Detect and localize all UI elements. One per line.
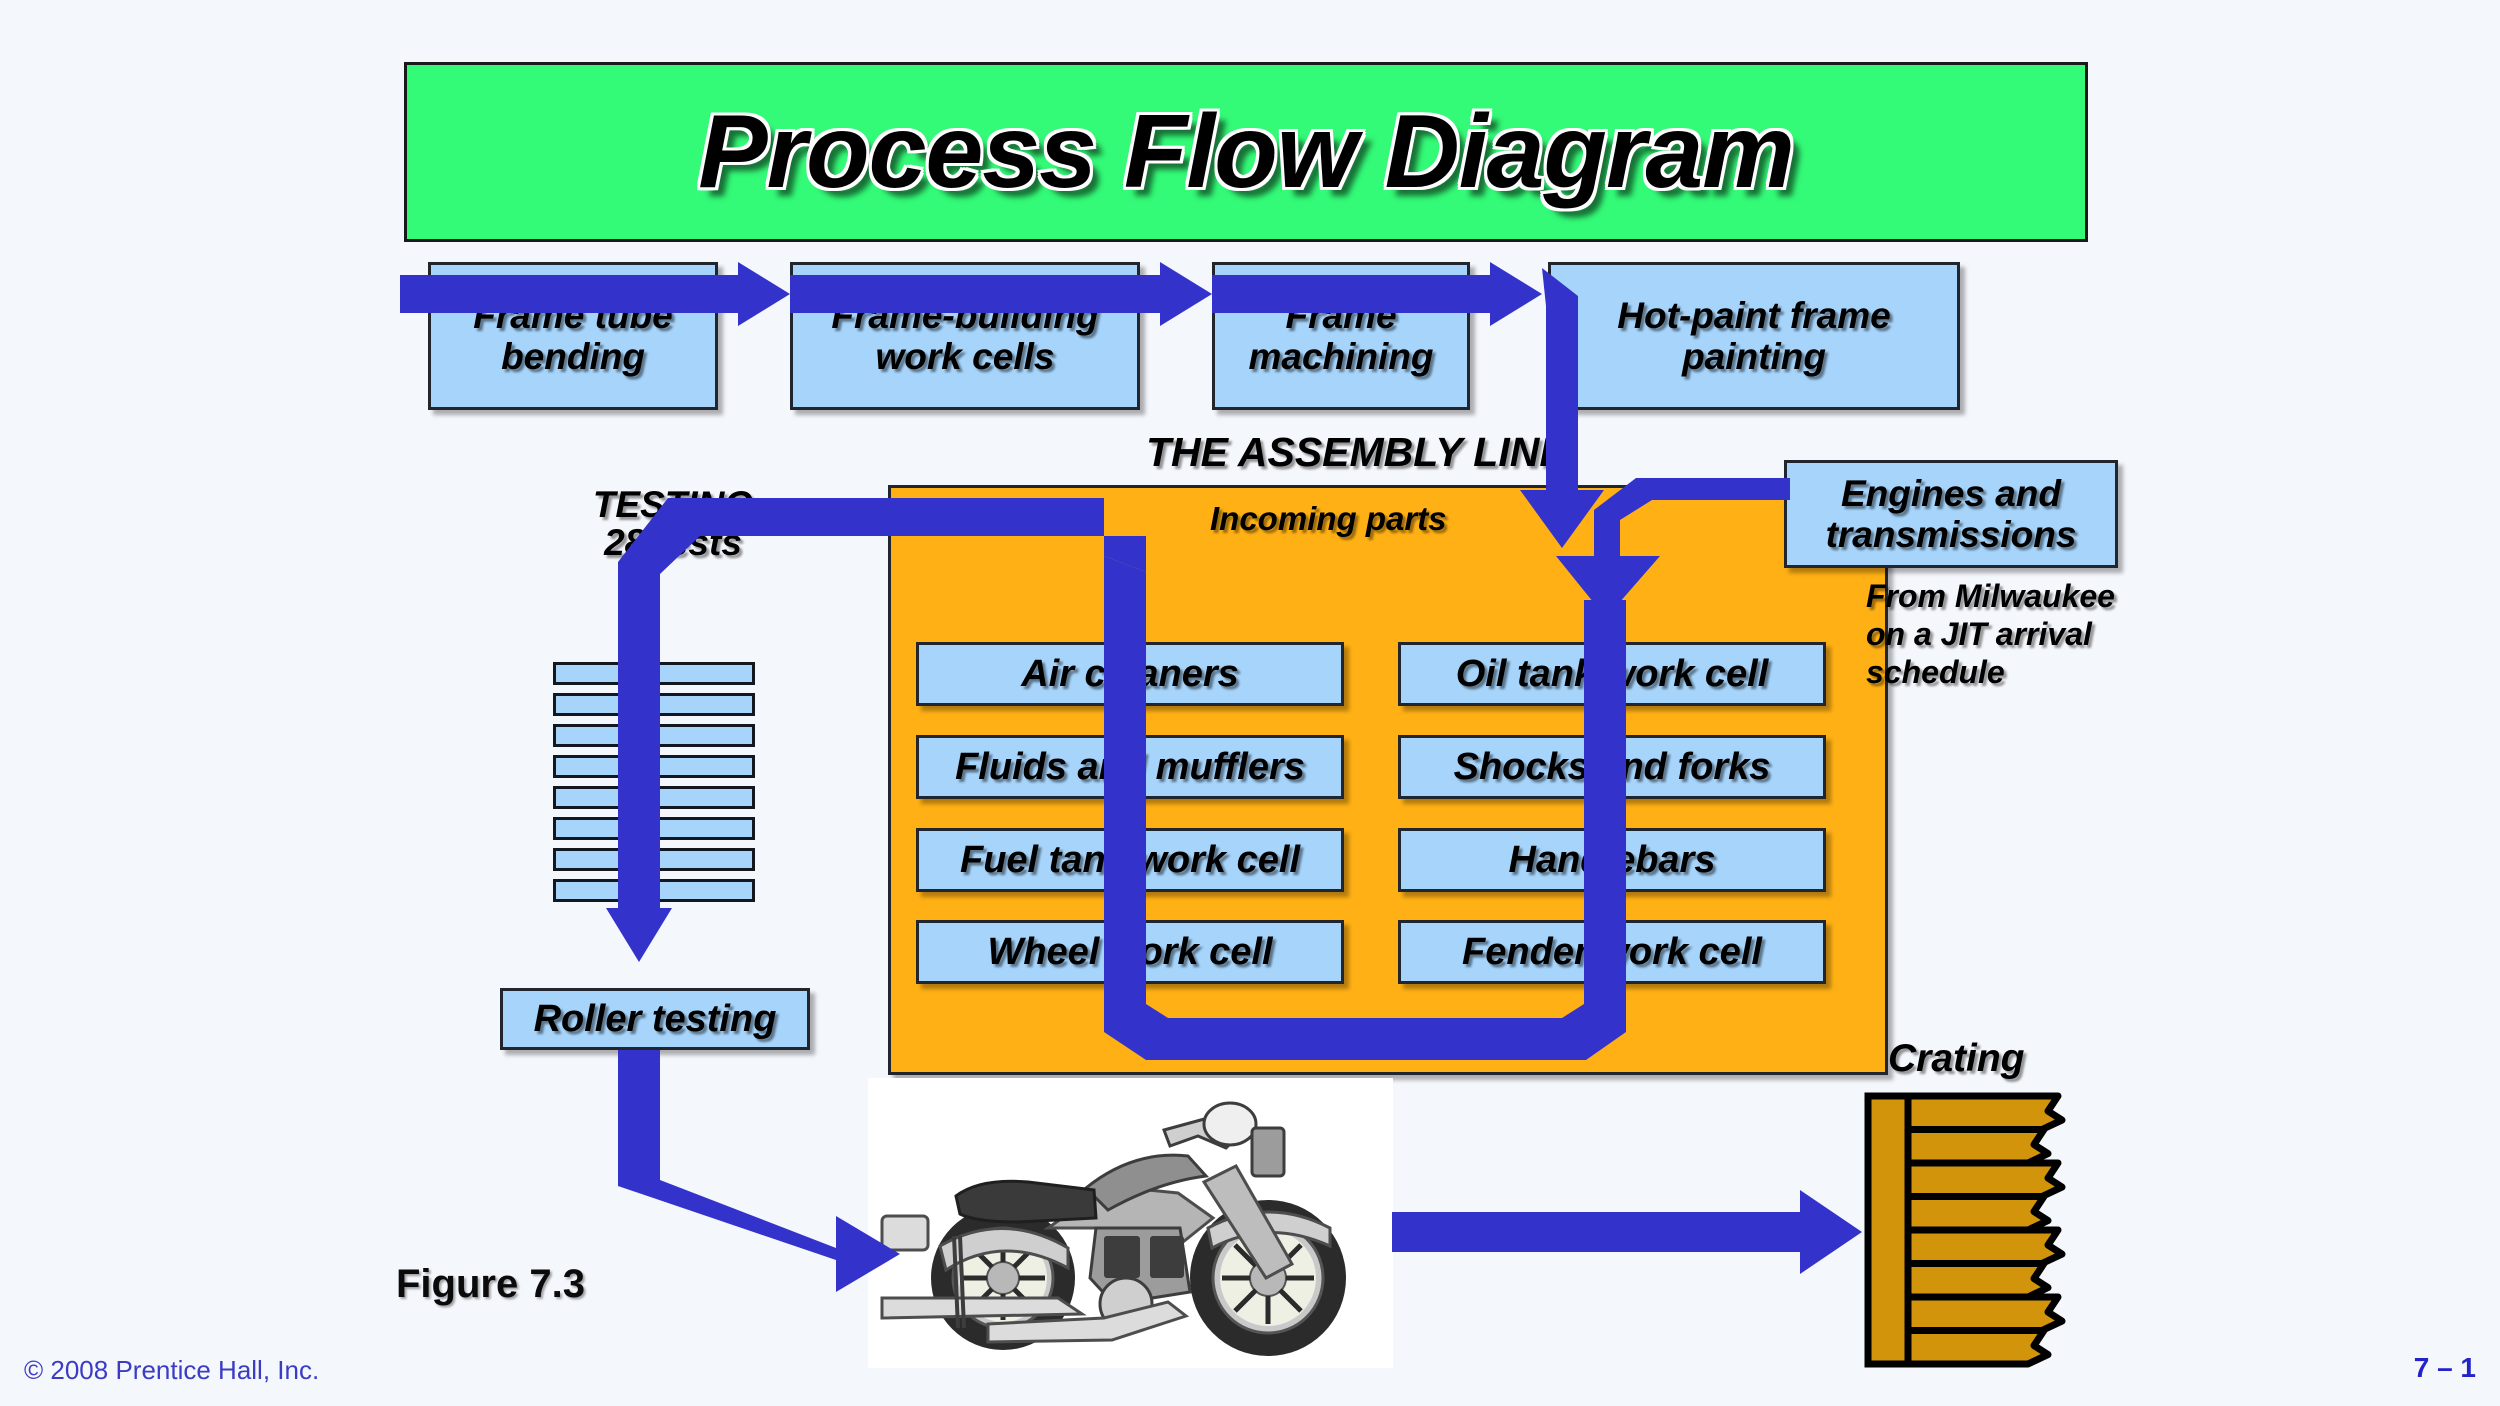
crate-plank <box>1904 1159 2066 1200</box>
crate-plank <box>1904 1226 2066 1267</box>
test-station-bar <box>553 786 755 809</box>
work-cell-label: Fuel tank work cell <box>960 838 1300 881</box>
supply-box-engines-and-transmissions[interactable]: Engines and transmissions <box>1784 460 2118 568</box>
test-station-bar <box>553 879 755 902</box>
test-station-bar <box>553 848 755 871</box>
slide-canvas: Process Flow Diagram Frame tube bending … <box>0 0 2500 1406</box>
process-box-label: Roller testing <box>533 997 777 1040</box>
incoming-parts-label: Incoming parts <box>1210 500 1447 537</box>
work-cell-fluids-and-mufflers[interactable]: Fluids and mufflers <box>916 735 1344 799</box>
arrow-product-to-crating <box>1392 1190 1862 1274</box>
work-cell-fender[interactable]: Fender work cell <box>1398 920 1826 984</box>
page-number: 7 – 1 <box>2413 1352 2476 1383</box>
test-station-bar <box>553 724 755 747</box>
work-cell-label: Fender work cell <box>1462 930 1762 973</box>
motorcycle-image-panel <box>868 1078 1393 1368</box>
arrow-roller-to-product <box>618 1050 900 1292</box>
jit-note: From Milwaukee on a JIT arrival schedule <box>1866 578 2115 690</box>
process-box-frame-machining[interactable]: Frame machining <box>1212 262 1470 410</box>
title-banner: Process Flow Diagram <box>404 62 2088 242</box>
motorcycle-icon <box>880 1101 1346 1356</box>
process-box-roller-testing[interactable]: Roller testing <box>500 988 810 1050</box>
assembly-line-heading: THE ASSEMBLY LINE <box>1146 429 1567 475</box>
test-station-bar <box>553 755 755 778</box>
work-cell-handlebars[interactable]: Handlebars <box>1398 828 1826 892</box>
work-cell-air-cleaners[interactable]: Air cleaners <box>916 642 1344 706</box>
crate-svg <box>1864 1092 2066 1368</box>
crate-plank <box>1904 1293 2066 1334</box>
work-cell-label: Shocks and forks <box>1453 745 1771 788</box>
work-cell-wheel[interactable]: Wheel work cell <box>916 920 1344 984</box>
process-box-hot-paint-frame-painting[interactable]: Hot-paint frame painting <box>1548 262 1960 410</box>
test-station-bar <box>553 662 755 685</box>
process-box-frame-building-work-cells[interactable]: Frame-building work cells <box>790 262 1140 410</box>
crate-icon <box>1862 1090 2092 1375</box>
process-box-label: Frame-building work cells <box>831 294 1099 377</box>
work-cell-label: Wheel work cell <box>987 930 1273 973</box>
crating-label: Crating <box>1888 1037 2025 1080</box>
work-cell-label: Air cleaners <box>1021 652 1239 695</box>
crate-plank <box>1904 1092 2066 1133</box>
process-box-frame-tube-bending[interactable]: Frame tube bending <box>428 262 718 410</box>
test-station-bar <box>553 693 755 716</box>
work-cell-fuel-tank[interactable]: Fuel tank work cell <box>916 828 1344 892</box>
process-box-label: Frame machining <box>1248 294 1434 377</box>
crate-rail <box>1864 1092 1912 1368</box>
work-cell-shocks-and-forks[interactable]: Shocks and forks <box>1398 735 1826 799</box>
process-box-label: Hot-paint frame painting <box>1617 294 1891 377</box>
crate-plank <box>1904 1327 2052 1368</box>
process-box-label: Frame tube bending <box>473 294 673 377</box>
crate-plank <box>1904 1193 2052 1234</box>
work-cell-label: Oil tank work cell <box>1455 652 1769 695</box>
figure-label: Figure 7.3 <box>396 1262 585 1306</box>
work-cell-label: Handlebars <box>1508 838 1716 881</box>
test-station-bar <box>553 817 755 840</box>
testing-subheading: 28 tests <box>604 522 742 563</box>
crate-plank <box>1904 1260 2052 1301</box>
work-cell-label: Fluids and mufflers <box>955 745 1305 788</box>
work-cell-oil-tank[interactable]: Oil tank work cell <box>1398 642 1826 706</box>
copyright-notice: © 2008 Prentice Hall, Inc. <box>24 1355 320 1385</box>
page-title: Process Flow Diagram <box>698 93 1795 210</box>
supply-box-label: Engines and transmissions <box>1825 472 2077 555</box>
crate-plank <box>1904 1126 2052 1167</box>
